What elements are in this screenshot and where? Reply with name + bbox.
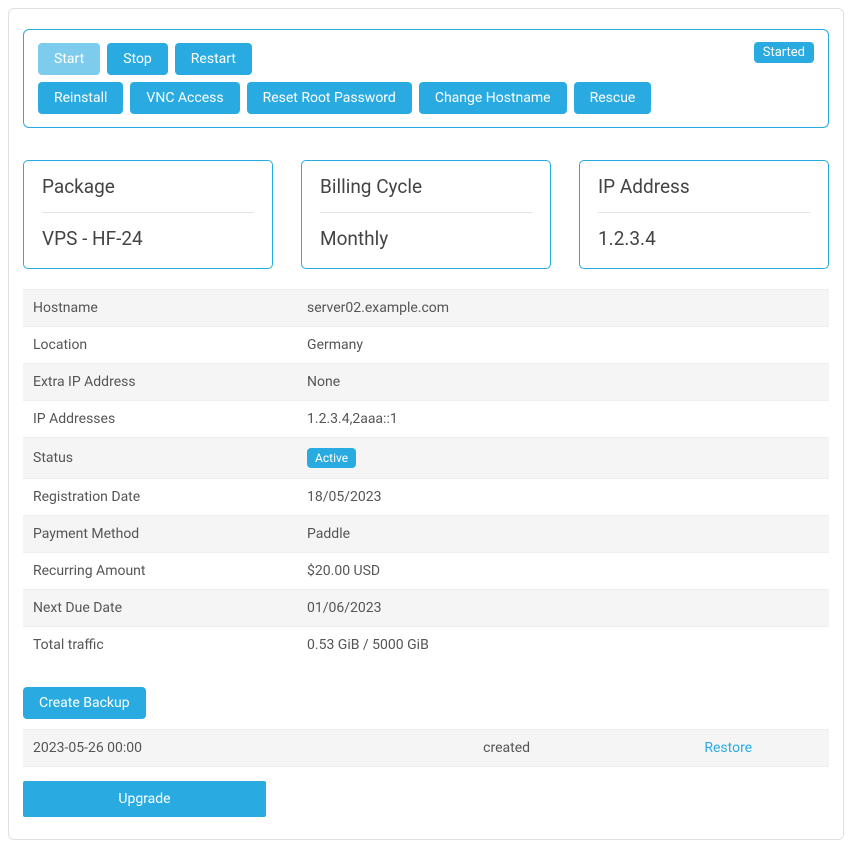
detail-value: 1.2.3.4,2aaa::1 xyxy=(297,401,829,438)
upgrade-button[interactable]: Upgrade xyxy=(23,781,266,817)
detail-value: $20.00 USD xyxy=(297,553,829,590)
backup-date: 2023-05-26 00:00 xyxy=(23,730,386,767)
detail-label: Hostname xyxy=(23,290,297,327)
detail-row: Payment MethodPaddle xyxy=(23,516,829,553)
detail-value: Paddle xyxy=(297,516,829,553)
detail-label: Registration Date xyxy=(23,479,297,516)
detail-label: Payment Method xyxy=(23,516,297,553)
active-badge: Active xyxy=(307,448,356,468)
details-table: Hostnameserver02.example.comLocationGerm… xyxy=(23,289,829,663)
info-cards: Package VPS - HF-24 Billing Cycle Monthl… xyxy=(23,160,829,269)
vnc-access-button[interactable]: VNC Access xyxy=(130,82,239,114)
package-label: Package xyxy=(42,175,254,213)
detail-value: 0.53 GiB / 5000 GiB xyxy=(297,627,829,664)
ip-address-label: IP Address xyxy=(598,175,810,213)
detail-value: Active xyxy=(297,438,829,479)
billing-cycle-label: Billing Cycle xyxy=(320,175,532,213)
detail-row: Registration Date18/05/2023 xyxy=(23,479,829,516)
rescue-button[interactable]: Rescue xyxy=(574,82,652,114)
restart-button[interactable]: Restart xyxy=(175,43,252,75)
detail-label: Extra IP Address xyxy=(23,364,297,401)
reinstall-button[interactable]: Reinstall xyxy=(38,82,123,114)
billing-cycle-card: Billing Cycle Monthly xyxy=(301,160,551,269)
start-button[interactable]: Start xyxy=(38,43,100,75)
create-backup-button[interactable]: Create Backup xyxy=(23,687,146,719)
management-controls: Reinstall VNC Access Reset Root Password… xyxy=(38,82,814,114)
ip-address-card: IP Address 1.2.3.4 xyxy=(579,160,829,269)
detail-row: Status Active xyxy=(23,438,829,479)
detail-value: server02.example.com xyxy=(297,290,829,327)
detail-row: Hostnameserver02.example.com xyxy=(23,290,829,327)
detail-row: Extra IP AddressNone xyxy=(23,364,829,401)
detail-label: Next Due Date xyxy=(23,590,297,627)
detail-label: IP Addresses xyxy=(23,401,297,438)
detail-label: Status xyxy=(23,438,297,479)
detail-label: Recurring Amount xyxy=(23,553,297,590)
status-badge: Started xyxy=(754,42,814,63)
billing-cycle-value: Monthly xyxy=(320,227,532,250)
detail-label: Location xyxy=(23,327,297,364)
control-panel: Started Start Stop Restart Reinstall VNC… xyxy=(23,29,829,128)
vps-panel: Started Start Stop Restart Reinstall VNC… xyxy=(8,8,844,840)
detail-row: IP Addresses1.2.3.4,2aaa::1 xyxy=(23,401,829,438)
detail-row: LocationGermany xyxy=(23,327,829,364)
reset-root-password-button[interactable]: Reset Root Password xyxy=(247,82,412,114)
stop-button[interactable]: Stop xyxy=(107,43,168,75)
detail-value: None xyxy=(297,364,829,401)
backup-row: 2023-05-26 00:00created Restore xyxy=(23,730,829,767)
upgrade-section: Upgrade xyxy=(23,781,829,817)
detail-label: Total traffic xyxy=(23,627,297,664)
package-card: Package VPS - HF-24 xyxy=(23,160,273,269)
backup-status: created xyxy=(386,730,628,767)
detail-value: 18/05/2023 xyxy=(297,479,829,516)
backup-action-cell: Restore xyxy=(627,730,829,767)
detail-row: Total traffic0.53 GiB / 5000 GiB xyxy=(23,627,829,664)
ip-address-value: 1.2.3.4 xyxy=(598,227,810,250)
power-controls: Start Stop Restart xyxy=(38,43,814,75)
restore-link[interactable]: Restore xyxy=(704,740,752,756)
package-value: VPS - HF-24 xyxy=(42,227,254,250)
detail-row: Recurring Amount$20.00 USD xyxy=(23,553,829,590)
detail-value: 01/06/2023 xyxy=(297,590,829,627)
backup-section: Create Backup 2023-05-26 00:00created Res… xyxy=(23,687,829,767)
detail-row: Next Due Date01/06/2023 xyxy=(23,590,829,627)
backup-table: 2023-05-26 00:00created Restore xyxy=(23,729,829,767)
detail-value: Germany xyxy=(297,327,829,364)
change-hostname-button[interactable]: Change Hostname xyxy=(419,82,567,114)
